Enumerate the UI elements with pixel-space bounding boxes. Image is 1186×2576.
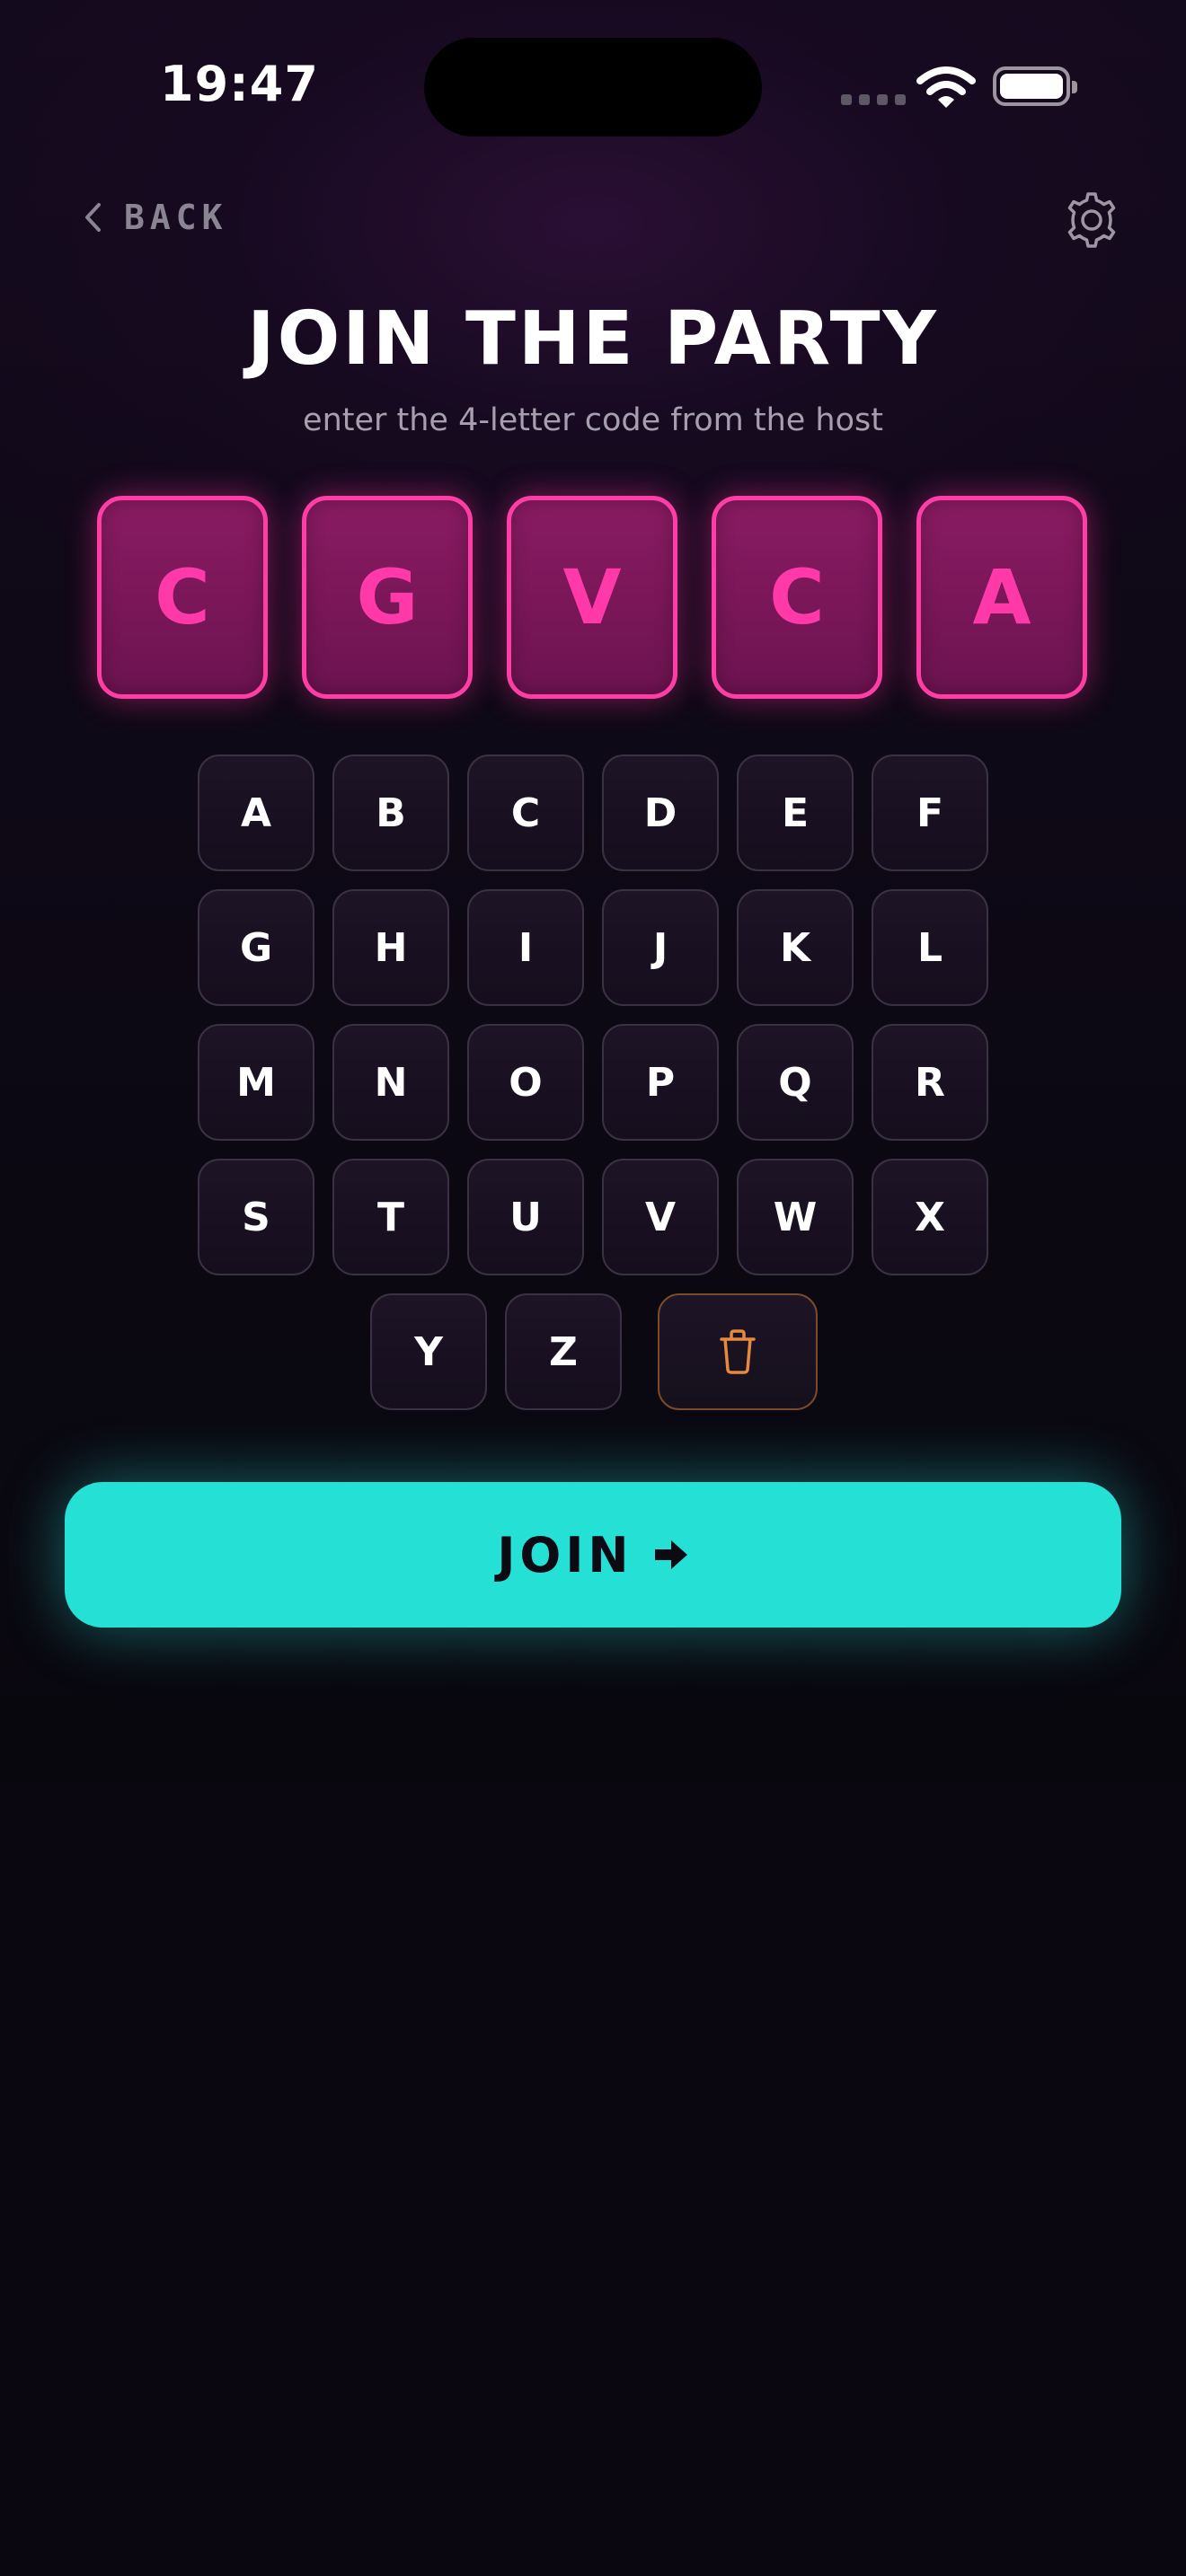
code-slot-2: G (302, 496, 473, 699)
page-subtitle: enter the 4-letter code from the host (303, 402, 883, 438)
join-screen: 19:47 BACK JOIN THE PARTY enter the 4-le… (0, 0, 1186, 1782)
join-button-label: JOIN (497, 1526, 633, 1584)
trash-icon (720, 1329, 756, 1374)
key-k[interactable]: K (737, 889, 854, 1006)
key-x[interactable]: X (872, 1159, 988, 1275)
page-title: JOIN THE PARTY (247, 296, 939, 382)
back-button[interactable]: BACK (83, 198, 228, 237)
key-d[interactable]: D (602, 754, 719, 871)
key-t[interactable]: T (332, 1159, 449, 1275)
key-c[interactable]: C (467, 754, 584, 871)
key-w[interactable]: W (737, 1159, 854, 1275)
key-o[interactable]: O (467, 1024, 584, 1141)
key-s[interactable]: S (198, 1159, 314, 1275)
keyboard-row-5: Y Z (370, 1293, 818, 1410)
key-r[interactable]: R (872, 1024, 988, 1141)
key-h[interactable]: H (332, 889, 449, 1006)
key-p[interactable]: P (602, 1024, 719, 1141)
gear-icon[interactable] (1062, 190, 1121, 250)
code-display: C G V C A (97, 496, 1087, 699)
keyboard-row-1: A B C D E F (198, 754, 988, 871)
key-l[interactable]: L (872, 889, 988, 1006)
key-e[interactable]: E (737, 754, 854, 871)
key-z[interactable]: Z (505, 1293, 622, 1410)
code-slot-1: C (97, 496, 268, 699)
key-b[interactable]: B (332, 754, 449, 871)
key-i[interactable]: I (467, 889, 584, 1006)
key-u[interactable]: U (467, 1159, 584, 1275)
key-g[interactable]: G (198, 889, 314, 1006)
key-f[interactable]: F (872, 754, 988, 871)
keyboard-row-3: M N O P Q R (198, 1024, 988, 1141)
keyboard-row-2: G H I J K L (198, 889, 988, 1006)
join-button[interactable]: JOIN (65, 1482, 1121, 1628)
battery-icon (993, 66, 1077, 106)
code-slot-3: V (507, 496, 677, 699)
wifi-icon (916, 66, 976, 108)
signal-icon (841, 94, 906, 105)
code-slot-5: A (916, 496, 1087, 699)
chevron-left-icon (85, 203, 101, 232)
arrow-right-icon (654, 1540, 687, 1569)
key-a[interactable]: A (198, 754, 314, 871)
keyboard-row-4: S T U V W X (198, 1159, 988, 1275)
status-time: 19:47 (160, 56, 319, 112)
delete-button[interactable] (658, 1293, 818, 1410)
key-j[interactable]: J (602, 889, 719, 1006)
back-label: BACK (124, 198, 228, 237)
key-y[interactable]: Y (370, 1293, 487, 1410)
code-slot-4: C (712, 496, 882, 699)
dynamic-island (424, 38, 762, 137)
key-m[interactable]: M (198, 1024, 314, 1141)
key-v[interactable]: V (602, 1159, 719, 1275)
key-q[interactable]: Q (737, 1024, 854, 1141)
key-n[interactable]: N (332, 1024, 449, 1141)
